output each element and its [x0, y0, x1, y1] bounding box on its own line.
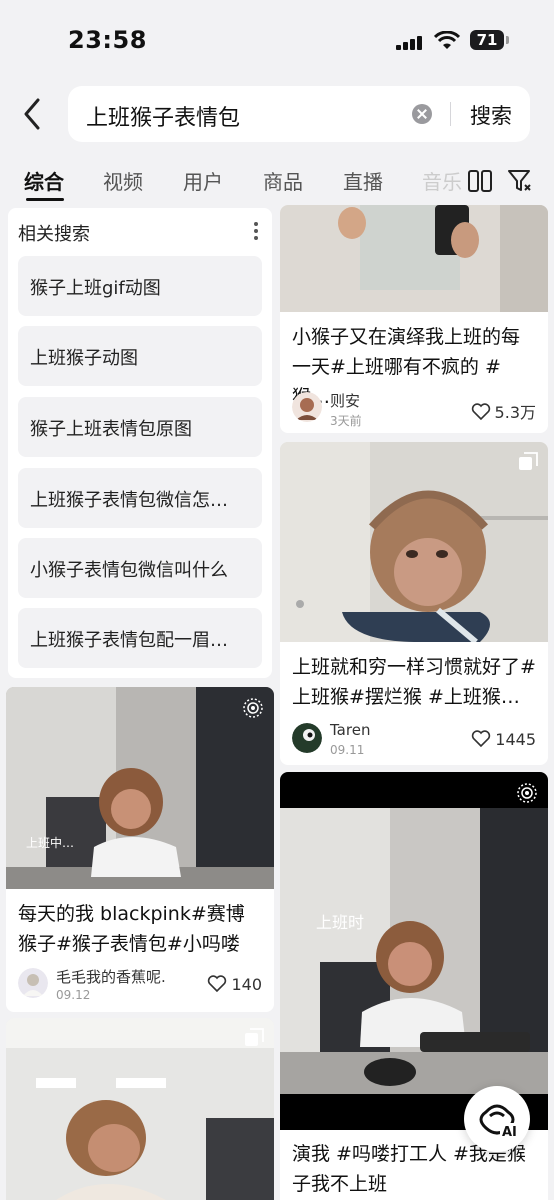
author-avatar[interactable]	[292, 723, 322, 753]
related-search-item[interactable]: 猴子上班表情包原图	[18, 397, 262, 457]
filter-icon[interactable]	[508, 170, 532, 192]
post-card[interactable]: 上班中… 每天的我 blackpink#赛博猴子#猴子表情包#小吗喽 毛毛我的香…	[6, 687, 274, 1012]
multi-image-icon	[245, 1028, 264, 1046]
post-title: 每天的我 blackpink#赛博猴子#猴子表情包#小吗喽	[18, 903, 245, 955]
status-time: 23:58	[68, 26, 147, 54]
layout-toggle-icon[interactable]	[468, 170, 492, 192]
ai-label: AI	[502, 1125, 517, 1140]
post-thumbnail[interactable]	[280, 205, 548, 312]
related-searches-panel: 相关搜索 猴子上班gif动图 上班猴子动图 猴子上班表情包原图 上班猴子表情包微…	[8, 208, 272, 678]
heart-icon[interactable]	[207, 975, 227, 993]
ai-assistant-button[interactable]: AI	[464, 1086, 530, 1152]
related-search-item[interactable]: 上班猴子表情包微信怎…	[18, 468, 262, 528]
post-thumbnail[interactable]	[280, 442, 548, 642]
more-options-icon[interactable]	[254, 222, 258, 243]
thumbnail-overlay-text: 上班时	[316, 913, 364, 932]
heart-icon[interactable]	[471, 403, 491, 421]
tab-video[interactable]: 视频	[103, 166, 143, 195]
author-name[interactable]: 则安	[330, 390, 360, 411]
related-search-label: 上班猴子动图	[30, 348, 138, 369]
related-search-label: 猴子上班表情包原图	[30, 419, 192, 440]
related-search-label: 小猴子表情包微信叫什么	[30, 560, 228, 581]
related-search-item[interactable]: 猴子上班gif动图	[18, 256, 262, 316]
like-count-value: 140	[231, 975, 262, 994]
cellular-signal-icon	[396, 36, 422, 50]
tab-comprehensive[interactable]: 综合	[24, 166, 64, 195]
status-bar: 23:58 71	[0, 0, 554, 80]
author-avatar[interactable]	[18, 968, 48, 998]
thumbnail-overlay-text: 上班中…	[26, 835, 74, 850]
like-count[interactable]: 140	[207, 975, 262, 994]
post-thumbnail[interactable]: 上班时	[280, 772, 548, 1130]
post-date: 09.11	[330, 743, 365, 757]
author-avatar[interactable]	[292, 392, 322, 422]
search-input[interactable]: 上班猴子表情包	[86, 100, 240, 132]
author-name[interactable]: 毛毛我的香蕉呢.	[56, 966, 166, 987]
active-tab-indicator	[26, 198, 64, 201]
back-arrow-icon[interactable]	[18, 96, 48, 132]
post-card[interactable]: 上班就和穷一样习惯就好了#上班猴#摆烂猴 #上班猴… Taren 09.11 1…	[280, 442, 548, 765]
post-title: 上班就和穷一样习惯就好了#上班猴#摆烂猴 #上班猴…	[292, 656, 536, 708]
like-count-value: 1445	[495, 730, 536, 749]
clear-icon[interactable]	[412, 104, 432, 124]
search-divider	[450, 102, 451, 126]
tab-music[interactable]: 音乐	[422, 166, 462, 195]
post-thumbnail[interactable]	[6, 1018, 274, 1200]
live-photo-icon	[243, 698, 263, 718]
related-search-label: 上班猴子表情包微信怎…	[30, 490, 228, 511]
live-photo-icon	[517, 783, 537, 803]
related-search-label: 上班猴子表情包配一眉…	[30, 630, 228, 651]
tab-products[interactable]: 商品	[263, 166, 303, 195]
like-count[interactable]: 1445	[471, 730, 536, 749]
heart-icon[interactable]	[471, 730, 491, 748]
battery-tip	[506, 36, 509, 44]
post-date: 09.12	[56, 988, 91, 1002]
tab-live[interactable]: 直播	[343, 166, 383, 195]
post-card[interactable]	[6, 1018, 274, 1200]
related-search-item[interactable]: 上班猴子表情包配一眉…	[18, 608, 262, 668]
related-search-item[interactable]: 上班猴子动图	[18, 326, 262, 386]
battery-icon: 71	[470, 30, 504, 50]
post-card[interactable]: 小猴子又在演绎我上班的每一天#上班哪有不疯的 #猴… 则安 3天前 5.3万	[280, 205, 548, 433]
multi-image-icon	[519, 452, 538, 470]
like-count-value: 5.3万	[494, 403, 536, 422]
post-thumbnail[interactable]: 上班中…	[6, 687, 274, 889]
search-button[interactable]: 搜索	[470, 100, 512, 130]
author-name[interactable]: Taren	[330, 721, 370, 739]
tab-users[interactable]: 用户	[183, 166, 223, 195]
post-date: 3天前	[330, 414, 362, 428]
related-search-label: 猴子上班gif动图	[30, 278, 161, 299]
related-search-item[interactable]: 小猴子表情包微信叫什么	[18, 538, 262, 598]
related-searches-title: 相关搜索	[18, 224, 90, 245]
ai-assistant-icon: AI	[479, 1104, 522, 1140]
like-count[interactable]: 5.3万	[471, 399, 536, 423]
search-box[interactable]: 上班猴子表情包 搜索	[68, 86, 530, 142]
wifi-icon	[434, 31, 460, 49]
